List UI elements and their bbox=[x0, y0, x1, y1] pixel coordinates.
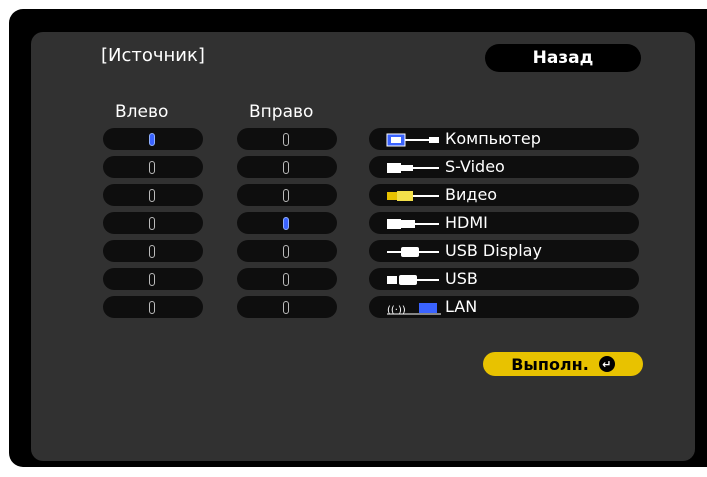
execute-label: Выполн. bbox=[511, 354, 589, 374]
source-item-usb[interactable]: USB bbox=[369, 268, 639, 290]
lan-icon: ((·)) bbox=[385, 300, 443, 316]
computer-icon bbox=[385, 132, 443, 147]
right-column bbox=[237, 128, 337, 324]
source-item-видео[interactable]: Видео bbox=[369, 184, 639, 206]
left-radio-indicator bbox=[149, 217, 155, 230]
source-label: Видео bbox=[445, 185, 498, 204]
source-list: Компьютер S-Video Видео HDMI USB Display… bbox=[369, 128, 639, 324]
source-item-s-video[interactable]: S-Video bbox=[369, 156, 639, 178]
left-radio-indicator bbox=[149, 301, 155, 314]
right-slot-5[interactable] bbox=[237, 268, 337, 290]
left-slot-0[interactable] bbox=[103, 128, 203, 150]
left-slot-4[interactable] bbox=[103, 240, 203, 262]
right-column-header: Вправо bbox=[249, 102, 314, 122]
right-slot-3[interactable] bbox=[237, 212, 337, 234]
left-slot-1[interactable] bbox=[103, 156, 203, 178]
right-radio-indicator bbox=[283, 217, 289, 230]
source-item-hdmi[interactable]: HDMI bbox=[369, 212, 639, 234]
svideo-icon bbox=[385, 160, 443, 174]
source-label: LAN bbox=[445, 297, 478, 316]
right-radio-indicator bbox=[283, 273, 289, 286]
left-slot-5[interactable] bbox=[103, 268, 203, 290]
usb-display-icon bbox=[385, 244, 443, 258]
right-slot-4[interactable] bbox=[237, 240, 337, 262]
enter-icon: ↵ bbox=[598, 356, 615, 372]
right-slot-0[interactable] bbox=[237, 128, 337, 150]
right-slot-6[interactable] bbox=[237, 296, 337, 318]
source-label: Компьютер bbox=[445, 129, 541, 148]
right-radio-indicator bbox=[283, 133, 289, 146]
left-slot-2[interactable] bbox=[103, 184, 203, 206]
back-button[interactable]: Назад bbox=[485, 44, 641, 72]
left-radio-indicator bbox=[149, 189, 155, 202]
right-radio-indicator bbox=[283, 301, 289, 314]
source-label: HDMI bbox=[445, 213, 488, 232]
left-slot-6[interactable] bbox=[103, 296, 203, 318]
right-radio-indicator bbox=[283, 189, 289, 202]
video-icon bbox=[385, 188, 443, 202]
source-label: USB bbox=[445, 269, 478, 288]
source-menu: [Источник] Назад Влево Вправо Компьютер … bbox=[31, 32, 695, 461]
left-radio-indicator bbox=[149, 273, 155, 286]
source-label: USB Display bbox=[445, 241, 542, 260]
left-radio-indicator bbox=[149, 161, 155, 174]
left-slot-3[interactable] bbox=[103, 212, 203, 234]
execute-button[interactable]: Выполн. ↵ bbox=[483, 352, 643, 376]
left-column-header: Влево bbox=[115, 102, 169, 122]
right-slot-1[interactable] bbox=[237, 156, 337, 178]
right-slot-2[interactable] bbox=[237, 184, 337, 206]
right-radio-indicator bbox=[283, 245, 289, 258]
left-radio-indicator bbox=[149, 245, 155, 258]
usb-icon bbox=[385, 272, 443, 286]
hdmi-icon bbox=[385, 216, 443, 230]
source-label: S-Video bbox=[445, 157, 505, 176]
left-radio-indicator bbox=[149, 133, 155, 146]
source-item-компьютер[interactable]: Компьютер bbox=[369, 128, 639, 150]
page-title: [Источник] bbox=[101, 45, 205, 66]
left-column bbox=[103, 128, 203, 324]
dialog-frame: [Источник] Назад Влево Вправо Компьютер … bbox=[9, 9, 707, 467]
source-item-lan[interactable]: ((·)) LAN bbox=[369, 296, 639, 318]
right-radio-indicator bbox=[283, 161, 289, 174]
source-item-usb-display[interactable]: USB Display bbox=[369, 240, 639, 262]
